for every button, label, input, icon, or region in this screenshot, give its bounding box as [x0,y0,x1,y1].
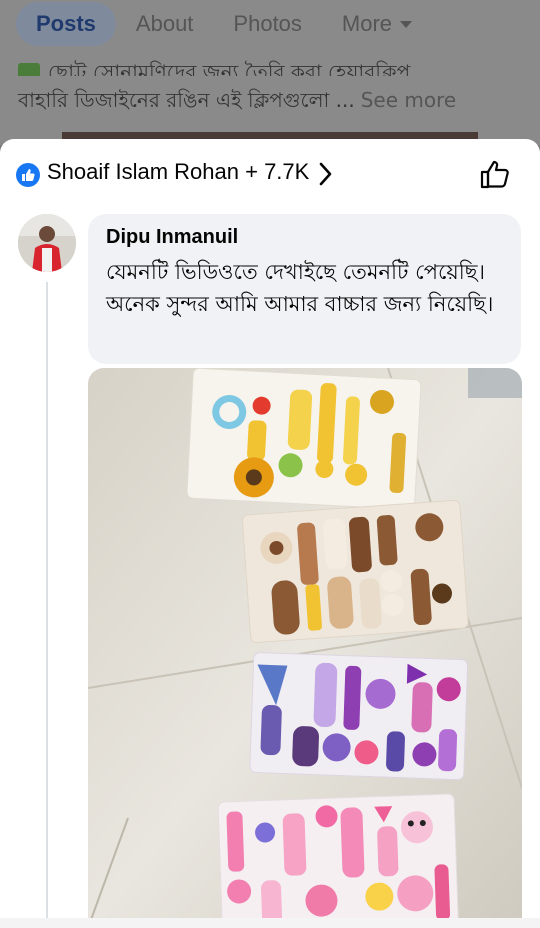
background-page: Posts About Photos More ছোট্ট সোনামণিদের… [0,0,540,146]
see-more-link[interactable]: See more [361,88,456,112]
reactions-summary[interactable]: Shoaif Islam Rohan + 7.7K [47,159,309,185]
post-text-line-1-label: ছোট্ট সোনামণিদের জন্য তৈরি করা হেয়ারক্ল… [48,60,411,76]
tab-about[interactable]: About [116,2,214,46]
reactions-header[interactable]: Shoaif Islam Rohan + 7.7K [0,139,540,209]
comments-sheet: Shoaif Islam Rohan + 7.7K Dipu Inmanuil … [0,139,540,928]
thumbs-up-icon[interactable] [478,157,512,191]
tab-more[interactable]: More [322,2,432,46]
tab-posts[interactable]: Posts [16,2,116,46]
reply-thread-line [46,282,48,922]
comment-author[interactable]: Dipu Inmanuil [106,226,238,249]
chevron-right-icon[interactable] [318,161,334,187]
post-text-line-2: বাহারি ডিজাইনের রঙিন এই ক্লিপগুলো ... See… [18,86,456,119]
page-tabs: Posts About Photos More [0,0,540,48]
tab-photos[interactable]: Photos [213,2,322,46]
post-text-line-2-label: বাহারি ডিজাইনের রঙিন এই ক্লিপগুলো ... [18,88,355,112]
like-reaction-icon [16,163,40,187]
avatar[interactable] [18,214,76,272]
bottom-bar [0,918,540,928]
checkmark-emoji-icon [18,62,40,76]
caret-down-icon [400,20,413,28]
comment-text: যেমনটি ভিডিওতে দেখাইছে তেমনটি পেয়েছি। অ… [106,260,494,316]
post-text-line-1: ছোট্ট সোনামণিদের জন্য তৈরি করা হেয়ারক্ল… [18,58,528,76]
comment-photo[interactable] [88,368,522,928]
comment-bubble[interactable]: Dipu Inmanuil যেমনটি ভিডিওতে দেখাইছে তেম… [88,214,521,364]
tab-more-label: More [341,11,393,36]
